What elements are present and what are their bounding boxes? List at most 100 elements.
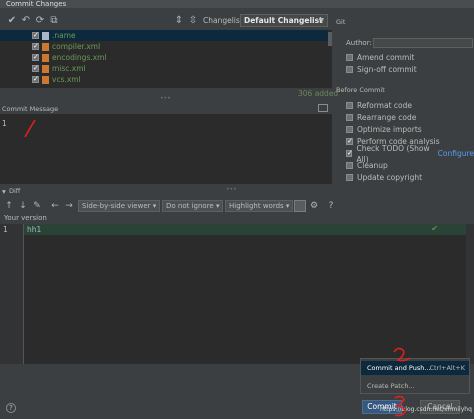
added-line [0, 224, 474, 235]
commit-message-input[interactable]: 1 [0, 114, 332, 184]
chevron-down-icon: ▾ [152, 202, 157, 210]
commit-icon[interactable]: ✔ [6, 15, 18, 27]
gear-icon[interactable]: ⚙ [309, 200, 319, 212]
line-gutter: 1 [0, 224, 24, 364]
xml-file-icon [42, 75, 49, 84]
signoff-commit-option[interactable]: Sign-off commit [346, 64, 417, 75]
check-todo-option[interactable]: Check TODO (Show All) Configure [346, 144, 474, 164]
optimize-checkbox[interactable] [346, 126, 353, 133]
file-checkbox[interactable] [32, 74, 39, 85]
splitter-handle[interactable]: ••• [160, 95, 171, 102]
diff-collapse-icon[interactable]: ▾ [2, 187, 6, 196]
collapse-icon[interactable]: ⇳ [187, 15, 199, 27]
file-item[interactable]: vcs.xml [32, 74, 81, 85]
diff-line-text: hh1 [27, 225, 42, 234]
configure-link[interactable]: Configure [438, 148, 474, 159]
amend-checkbox[interactable] [346, 54, 353, 61]
rearrange-code-option[interactable]: Rearrange code [346, 112, 416, 123]
changes-toolbar: ✔ ↶ ⟳ ⧉ ⇕ ⇳ Changelist: Default Changeli… [0, 12, 332, 30]
commit-options-panel: Git Author: Amend commit Sign-off commit… [334, 12, 474, 192]
changelist-value: Default Changelist [244, 16, 323, 25]
commit-and-push-item[interactable]: Commit and Push... Ctrl+Alt+K [361, 361, 469, 375]
file-item[interactable]: misc.xml [32, 63, 86, 74]
diff-toolbar: ↑ ↓ ✎ ← → Side-by-side viewer ▾ Do not i… [0, 198, 474, 214]
reformat-checkbox[interactable] [346, 102, 353, 109]
optimize-imports-option[interactable]: Optimize imports [346, 124, 422, 135]
xml-file-icon [42, 64, 49, 73]
rearrange-checkbox[interactable] [346, 114, 353, 121]
commit-push-shortcut: Ctrl+Alt+K [429, 364, 465, 372]
file-name: compiler.xml [52, 42, 101, 51]
diff-help-icon[interactable]: ? [326, 200, 336, 212]
amend-label: Amend commit [357, 53, 415, 62]
analysis-checkbox[interactable] [346, 136, 353, 147]
option-label: Rearrange code [357, 113, 417, 122]
watermark: https://blog.csdn.net/xhmilyhq [380, 406, 472, 413]
highlight-dropdown[interactable]: Highlight words ▾ [225, 200, 294, 212]
expand-icon[interactable]: ⇕ [173, 15, 185, 27]
xml-file-icon [42, 53, 49, 62]
xml-file-icon [42, 42, 49, 51]
arrow-right-icon[interactable]: → [64, 200, 74, 212]
changelist-dropdown[interactable]: Default Changelist ▼ [240, 14, 328, 27]
arrow-left-icon[interactable]: ← [50, 200, 60, 212]
changed-files-tree[interactable]: .name compiler.xml encodings.xml misc.xm… [0, 30, 332, 88]
file-checkbox[interactable] [32, 52, 39, 63]
help-button[interactable]: ? [6, 403, 16, 413]
viewer-mode-dropdown[interactable]: Side-by-side viewer ▾ [78, 200, 161, 212]
file-checkbox[interactable] [32, 30, 39, 41]
file-name: vcs.xml [52, 75, 81, 84]
author-input[interactable] [373, 38, 473, 48]
option-label: Update copyright [357, 173, 423, 182]
git-section-title: Git [336, 18, 346, 26]
whitespace-dropdown[interactable]: Do not ignore ▾ [162, 200, 224, 212]
undo-icon[interactable]: ↶ [20, 15, 32, 27]
diff-icon[interactable]: ⧉ [48, 15, 60, 27]
commit-options-popup: Commit and Push... Ctrl+Alt+K Create Pat… [360, 358, 470, 394]
file-checkbox[interactable] [32, 41, 39, 52]
diff-label: Diff [9, 187, 21, 195]
commit-message-label: Commit Message [2, 105, 59, 113]
changelist-label: Changelist: [203, 16, 246, 25]
cleanup-checkbox[interactable] [346, 162, 353, 169]
file-name: .name [52, 31, 76, 40]
checkmark-icon: ✔ [431, 224, 438, 233]
message-history-icon[interactable] [318, 104, 328, 112]
commit-push-label: Commit and Push... [367, 364, 431, 372]
reformat-code-option[interactable]: Reformat code [346, 100, 412, 111]
file-item[interactable]: .name [32, 30, 76, 41]
file-item[interactable]: compiler.xml [32, 41, 100, 52]
window-title: Commit Changes [0, 0, 474, 8]
diff-splitter-handle[interactable]: ••• [226, 186, 237, 193]
before-commit-title: Before Commit [336, 86, 385, 94]
chevron-down-icon: ▼ [319, 17, 324, 24]
file-checkbox[interactable] [32, 63, 39, 74]
todo-checkbox[interactable] [346, 148, 353, 159]
your-version-label: Your version [4, 214, 47, 222]
lock-icon[interactable] [294, 200, 306, 212]
message-line-number: 1 [2, 119, 7, 128]
amend-commit-option[interactable]: Amend commit [346, 52, 414, 63]
file-item[interactable]: encodings.xml [32, 52, 107, 63]
arrow-down-icon[interactable]: ↓ [18, 200, 28, 212]
copyright-checkbox[interactable] [346, 174, 353, 181]
whitespace-value: Do not ignore [166, 202, 214, 210]
chevron-down-icon: ▾ [285, 202, 290, 210]
chevron-down-icon: ▾ [215, 202, 220, 210]
signoff-checkbox[interactable] [346, 66, 353, 73]
highlight-value: Highlight words [229, 202, 284, 210]
arrow-up-icon[interactable]: ↑ [4, 200, 14, 212]
file-name: misc.xml [52, 64, 86, 73]
diff-header[interactable]: ▾ Diff ••• [0, 186, 474, 196]
refresh-icon[interactable]: ⟳ [34, 15, 46, 27]
added-count: 306 added [298, 89, 339, 98]
diff-editor[interactable]: 1 hh1 ✔ [0, 224, 474, 364]
file-tree-scrollbar[interactable] [328, 32, 332, 46]
edit-icon[interactable]: ✎ [32, 200, 42, 212]
option-label: Optimize imports [357, 125, 422, 134]
update-copyright-option[interactable]: Update copyright [346, 172, 422, 183]
diff-line-number: 1 [3, 225, 8, 234]
create-patch-item[interactable]: Create Patch... [361, 379, 469, 393]
editor-scrollbar[interactable] [466, 224, 474, 364]
cleanup-option[interactable]: Cleanup [346, 160, 388, 171]
